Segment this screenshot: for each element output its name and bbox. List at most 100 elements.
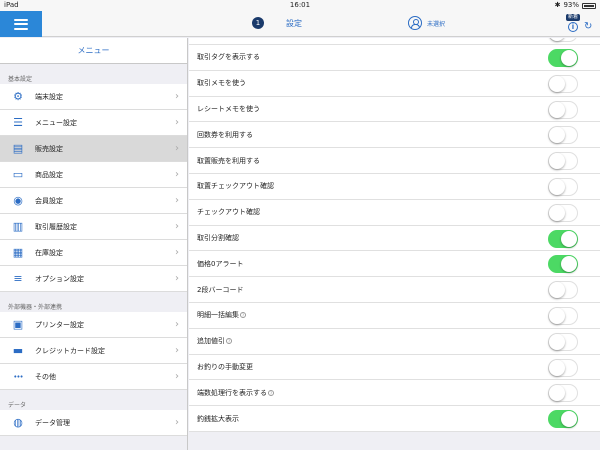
toggle-knob: [549, 204, 565, 221]
options-icon: ≡: [13, 272, 23, 285]
menu-button[interactable]: [0, 11, 42, 37]
sidebar-section-label: 外部機器・外部連携: [8, 304, 63, 311]
chevron-right-icon: ›: [175, 169, 179, 180]
toggle-switch[interactable]: [548, 177, 578, 196]
toggle-switch[interactable]: [548, 410, 578, 429]
chevron-right-icon: ›: [175, 345, 179, 356]
sidebar-section-label: データ: [8, 402, 27, 409]
settings-row: 釣銭拡大表示: [189, 406, 600, 432]
setting-label: 取置チェックアウト確認: [197, 182, 274, 191]
toggle-switch[interactable]: [548, 152, 578, 171]
battery-icon: [582, 2, 596, 9]
toggle-knob: [549, 359, 565, 376]
setting-label: 取引分割確認: [197, 233, 239, 242]
toggle-switch[interactable]: [548, 332, 578, 351]
settings-row: 2段バーコード: [189, 277, 600, 303]
sidebar-item[interactable]: ◉ 会員設定 ›: [0, 188, 187, 214]
sidebar-item[interactable]: ▬ クレジットカード設定 ›: [0, 338, 187, 364]
toggle-switch[interactable]: [548, 384, 578, 403]
setting-label: 端数処理行を表示する: [197, 388, 267, 397]
settings-row: 追加値引?: [189, 329, 600, 355]
toggle-switch[interactable]: [548, 49, 578, 67]
help-icon[interactable]: ?: [226, 338, 232, 345]
settings-row: 明細一括編集?: [189, 303, 600, 329]
page-title: 設定: [286, 18, 302, 28]
sidebar-item[interactable]: ▭ 商品設定 ›: [0, 162, 187, 188]
chevron-right-icon: ›: [175, 417, 179, 428]
staff-selector[interactable]: 未選択: [408, 16, 445, 30]
setting-label: 回数券を利用する: [197, 130, 253, 139]
sidebar-item[interactable]: ▤ 販売設定 ›: [0, 136, 187, 162]
sidebar-item[interactable]: ◍ データ管理 ›: [0, 410, 187, 436]
help-icon[interactable]: ?: [268, 389, 274, 396]
sidebar-item[interactable]: ▥ 取引履歴設定 ›: [0, 214, 187, 240]
setting-label: レシートメモを使う: [197, 104, 260, 113]
sidebar-item[interactable]: ▣ プリンター設定 ›: [0, 312, 187, 338]
toggle-switch[interactable]: [548, 229, 578, 248]
settings-row-partial: [189, 38, 600, 45]
info-button[interactable]: 新着 i: [565, 14, 580, 32]
sidebar-item-label: 在庫設定: [35, 248, 63, 257]
new-tag-badge: 新着: [565, 14, 580, 21]
settings-row: チェックアウト確認: [189, 200, 600, 226]
chevron-right-icon: ›: [175, 91, 179, 102]
toggle-knob: [549, 153, 565, 170]
chevron-right-icon: ›: [175, 117, 179, 128]
toggle-switch[interactable]: [548, 255, 578, 274]
toggle-knob: [549, 307, 565, 324]
database-icon: ◍: [13, 416, 23, 429]
toggle-switch[interactable]: [548, 281, 578, 300]
toggle-knob: [561, 256, 577, 273]
settings-row: 回数券を利用する: [189, 122, 600, 149]
sidebar-item[interactable]: ⚙ 端末設定 ›: [0, 84, 187, 110]
settings-row: 取引分割確認: [189, 226, 600, 252]
toggle-switch[interactable]: [548, 358, 578, 377]
help-icon[interactable]: ?: [240, 312, 246, 319]
nav-actions: 新着 i ↻: [565, 14, 594, 32]
settings-row: お釣りの手動変更: [189, 355, 600, 381]
grid-icon: ▦: [12, 246, 24, 259]
sidebar-section-label: 基本設定: [8, 76, 33, 83]
info-icon: i: [567, 22, 578, 32]
notification-count-badge[interactable]: 1: [252, 17, 264, 29]
sidebar: メニュー 基本設定 ⚙ 端末設定 › ☰ メニュー設定 › ▤ 販売設定 › ▭ 商品設定 › ◉ 会員設定…: [0, 38, 188, 450]
hamburger-icon: [14, 18, 28, 30]
book-icon: ▥: [12, 220, 24, 233]
chevron-right-icon: ›: [175, 143, 179, 154]
more-icon: •••: [13, 372, 23, 381]
clock: 16:01: [289, 1, 311, 9]
settings-panel: 取引タグを表示する 取引メモを使う レシートメモを使う 回数券を利用する 取置販売を利用…: [189, 38, 600, 450]
settings-row: 価格0アラート: [189, 251, 600, 278]
bluetooth-icon: ✱: [554, 1, 561, 9]
list-icon: ☰: [13, 116, 23, 129]
setting-label: お釣りの手動変更: [197, 362, 253, 371]
chevron-right-icon: ›: [175, 247, 179, 258]
status-bar: iPad 16:01 ✱ 93%: [0, 0, 600, 11]
staff-label: 未選択: [427, 20, 446, 28]
sidebar-item[interactable]: ▦ 在庫設定 ›: [0, 240, 187, 266]
chevron-right-icon: ›: [175, 371, 179, 382]
status-right: ✱ 93%: [555, 0, 596, 11]
toggle-switch[interactable]: [548, 74, 578, 93]
card-icon: ▬: [12, 344, 24, 357]
settings-row: 端数処理行を表示する?: [189, 380, 600, 407]
toggle-knob: [561, 411, 577, 428]
toggle-switch[interactable]: [548, 38, 578, 42]
settings-list: 取引タグを表示する 取引メモを使う レシートメモを使う 回数券を利用する 取置販売を利用…: [189, 38, 600, 432]
sidebar-item-label: 会員設定: [35, 196, 63, 205]
sidebar-item[interactable]: ☰ メニュー設定 ›: [0, 110, 187, 136]
setting-label: 明細一括編集: [197, 311, 239, 320]
toggle-switch[interactable]: [548, 126, 578, 145]
sidebar-item[interactable]: ≡ オプション設定 ›: [0, 266, 187, 292]
toggle-switch[interactable]: [548, 306, 578, 325]
toggle-knob: [561, 230, 577, 247]
refresh-icon[interactable]: ↻: [584, 22, 594, 32]
sidebar-item-label: 端末設定: [35, 92, 63, 101]
sidebar-item-label: 取引履歴設定: [35, 222, 77, 231]
sidebar-item-label: データ管理: [35, 418, 70, 427]
toggle-switch[interactable]: [548, 203, 578, 222]
sidebar-item-label: 商品設定: [35, 170, 63, 179]
sidebar-item[interactable]: ••• その他 ›: [0, 364, 187, 390]
toggle-switch[interactable]: [548, 100, 578, 119]
box-icon: ▭: [12, 168, 24, 181]
